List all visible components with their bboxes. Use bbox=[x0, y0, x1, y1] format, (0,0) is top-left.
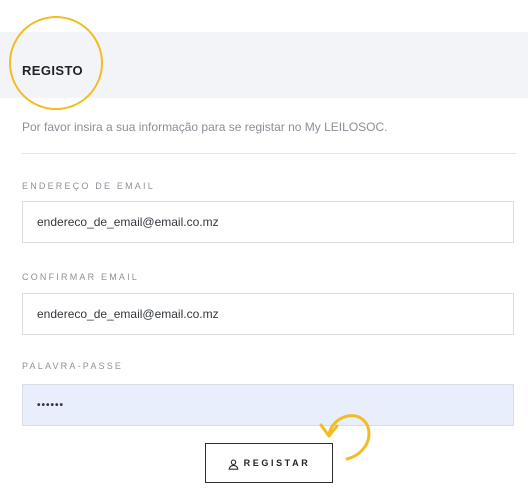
divider bbox=[22, 153, 516, 154]
intro-text: Por favor insira a sua informação para s… bbox=[22, 120, 388, 134]
register-button-label: REGISTAR bbox=[243, 458, 311, 468]
curved-arrow-annotation bbox=[319, 414, 371, 461]
user-icon bbox=[228, 458, 239, 470]
highlight-circle-annotation bbox=[9, 16, 103, 110]
confirm-email-label: CONFIRMAR EMAIL bbox=[22, 272, 140, 282]
password-label: PALAVRA-PASSE bbox=[22, 361, 124, 371]
email-field[interactable] bbox=[22, 201, 514, 243]
email-label: ENDEREÇO DE EMAIL bbox=[22, 181, 155, 191]
confirm-email-field[interactable] bbox=[22, 293, 514, 335]
password-field[interactable] bbox=[22, 384, 514, 426]
registration-page: REGISTO Por favor insira a sua informaçã… bbox=[0, 0, 528, 490]
